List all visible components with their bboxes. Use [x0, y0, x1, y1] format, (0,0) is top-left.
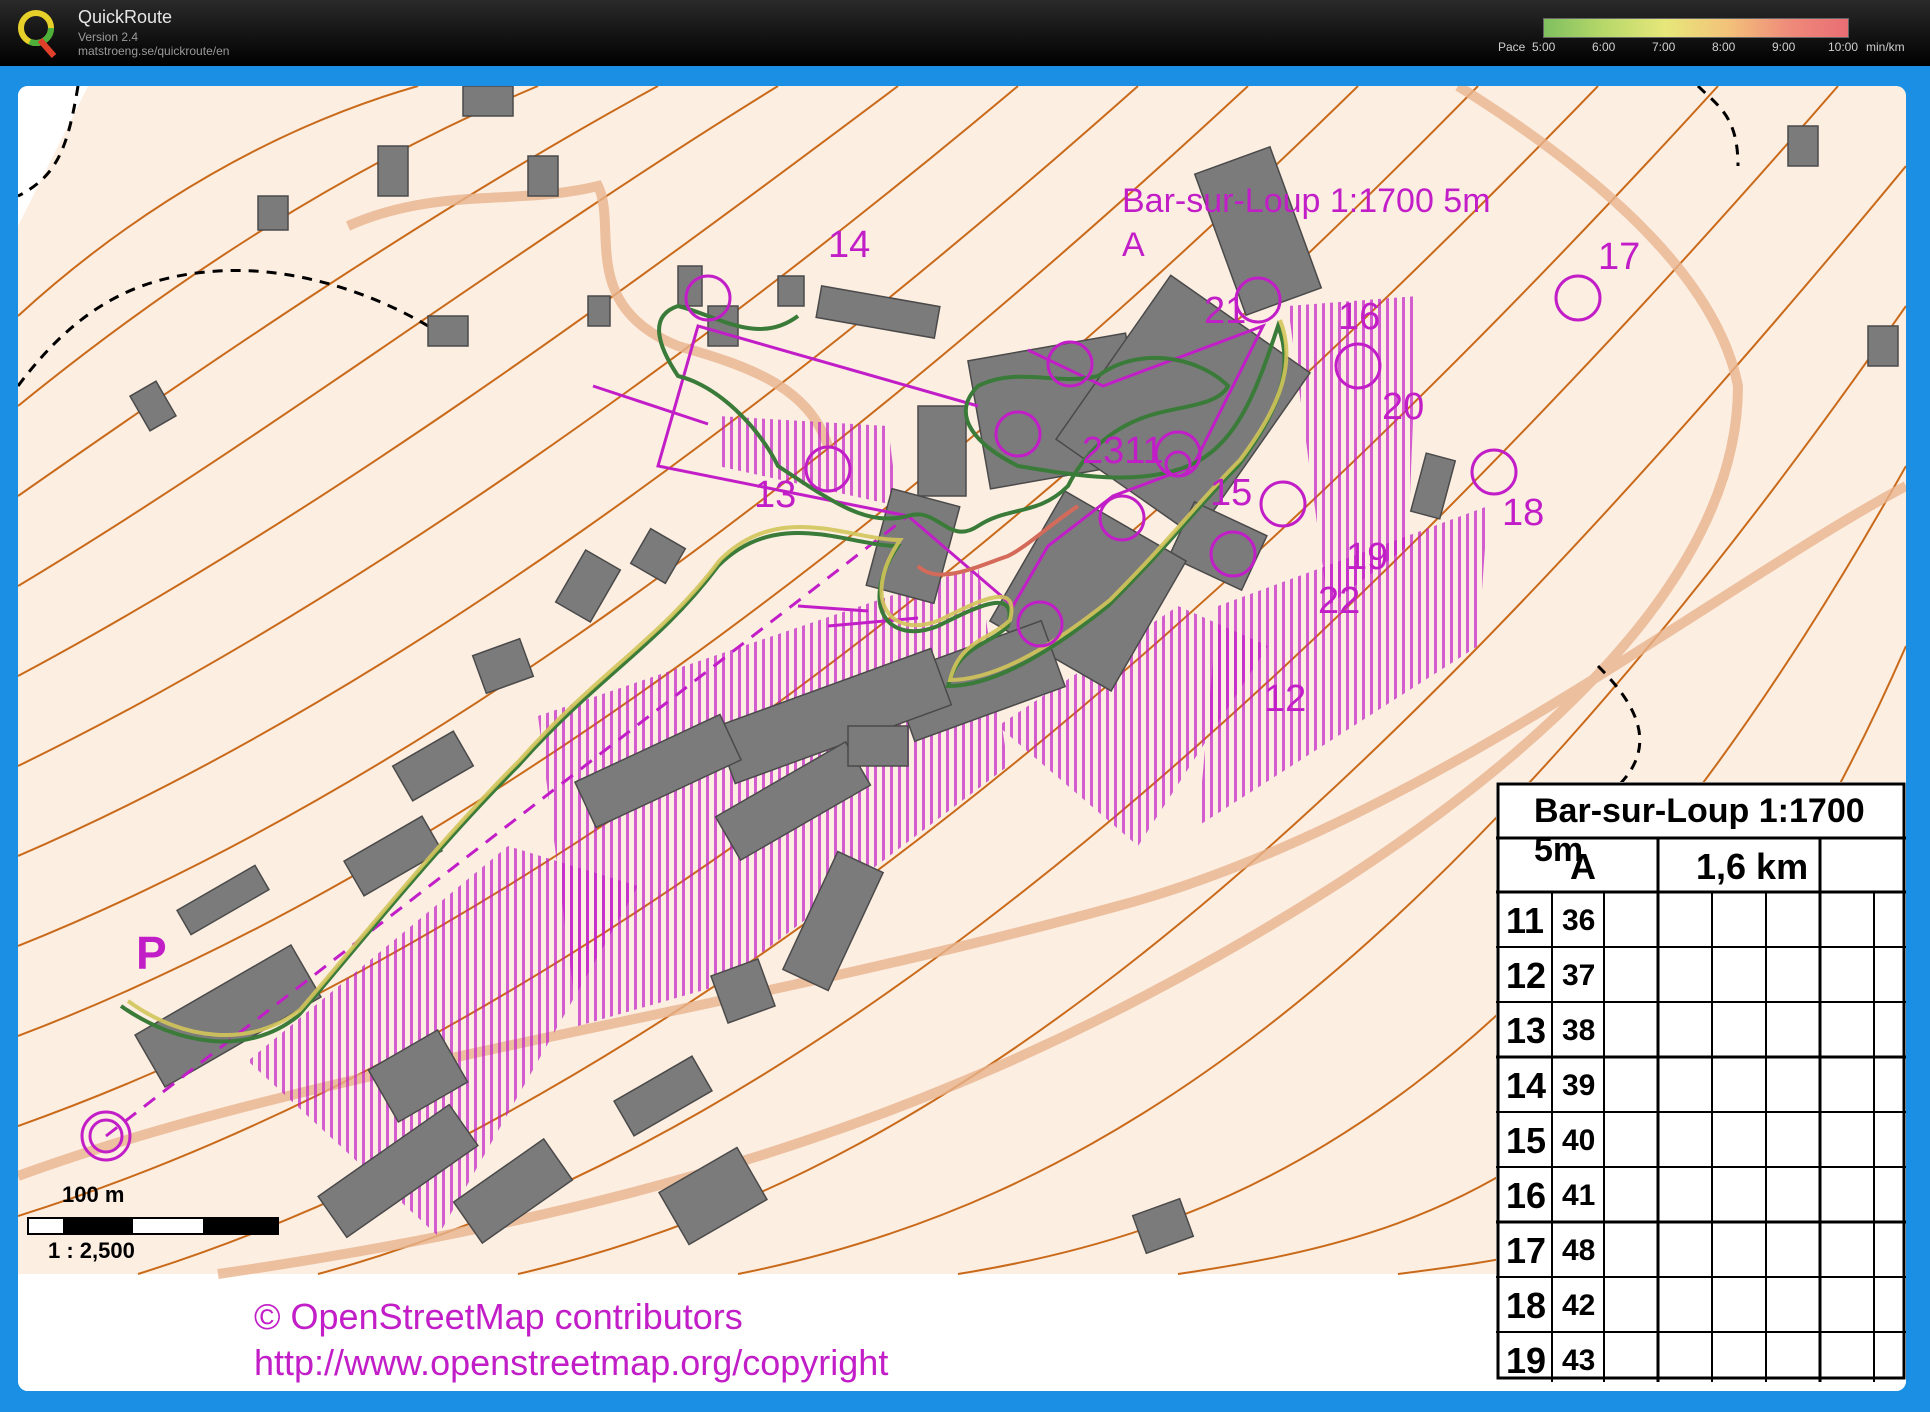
control-code: 43: [1562, 1344, 1596, 1377]
control-no: 11: [1506, 900, 1545, 941]
quickroute-logo-icon: [18, 10, 57, 58]
control-no: 13: [1506, 1010, 1547, 1051]
control-descriptions: Bar-sur-Loup 1:1700 5m A 1,6 km 11 36 12 3…: [1496, 782, 1906, 1382]
control-code: 40: [1562, 1124, 1596, 1157]
start-parking-label: P: [136, 927, 167, 979]
map-class: A: [1122, 226, 1145, 264]
pace-tick: 10:00: [1828, 40, 1859, 54]
pace-color-scale: [1543, 18, 1849, 38]
scale-ratio: 1 : 2,500: [48, 1238, 135, 1263]
control-number: 15: [1210, 472, 1253, 514]
pace-label: Pace: [1498, 40, 1526, 54]
osm-credit: © OpenStreetMap contributors: [254, 1296, 743, 1337]
pace-tick: 9:00: [1772, 40, 1796, 54]
description-row: 15 40: [1496, 1112, 1906, 1167]
control-no: 14: [1506, 1065, 1547, 1106]
control-no: 18: [1506, 1285, 1547, 1326]
description-row: 18 42: [1496, 1277, 1906, 1332]
scale-distance: 100 m: [62, 1182, 125, 1207]
control-code: 38: [1562, 1014, 1596, 1047]
control-number: 14: [828, 224, 871, 266]
description-class: A: [1570, 846, 1596, 887]
description-row: 11 36: [1496, 892, 1906, 947]
control-code: 48: [1562, 1234, 1596, 1267]
app-url[interactable]: matstroeng.se/quickroute/en: [78, 44, 229, 58]
control-no: 17: [1506, 1230, 1547, 1271]
description-row: 16 41: [1496, 1167, 1906, 1222]
control-code: 37: [1562, 959, 1596, 992]
map-viewport[interactable]: Bar-sur-Loup 1:1700 5m A 14 21 16 17 20 …: [18, 86, 1906, 1391]
control-number: 19: [1346, 536, 1389, 578]
control-no: 12: [1506, 955, 1547, 996]
description-row: 14 39: [1496, 1057, 1906, 1112]
control-number: 18: [1502, 492, 1545, 534]
osm-copyright-link[interactable]: http://www.openstreetmap.org/copyright: [254, 1342, 888, 1384]
app-header: QuickRoute Version 2.4 matstroeng.se/qui…: [0, 0, 1930, 66]
control-number: 12: [1264, 678, 1307, 720]
control-number: 16: [1338, 296, 1381, 338]
description-row: 12 37: [1496, 947, 1906, 1002]
app-title: QuickRoute: [78, 7, 173, 27]
control-code: 39: [1562, 1069, 1596, 1102]
control-code: 42: [1562, 1289, 1596, 1322]
app-version: Version 2.4: [78, 30, 139, 44]
description-row: 17 48: [1496, 1222, 1906, 1277]
map-title: Bar-sur-Loup 1:1700 5m: [1122, 182, 1491, 220]
pace-tick: 7:00: [1652, 40, 1676, 54]
pace-tick: 5:00: [1532, 40, 1556, 54]
description-length: 1,6 km: [1696, 846, 1809, 887]
control-no: 19: [1506, 1340, 1547, 1381]
control-code: 36: [1562, 904, 1596, 937]
control-number: 22: [1318, 580, 1361, 622]
scale-bar: [27, 1217, 279, 1235]
pace-tick: 8:00: [1712, 40, 1736, 54]
control-code: 41: [1562, 1179, 1596, 1212]
description-row: 19 43: [1496, 1332, 1906, 1387]
control-number: 21: [1204, 290, 1247, 332]
control-number: 17: [1598, 236, 1641, 278]
pace-unit: min/km: [1866, 40, 1905, 54]
description-row: 13 38: [1496, 1002, 1906, 1057]
control-number: 20: [1382, 386, 1425, 428]
control-no: 16: [1506, 1175, 1547, 1216]
pace-tick: 6:00: [1592, 40, 1616, 54]
control-number: 13: [754, 474, 797, 516]
control-number: 2311: [1082, 430, 1164, 472]
control-no: 15: [1506, 1120, 1547, 1161]
